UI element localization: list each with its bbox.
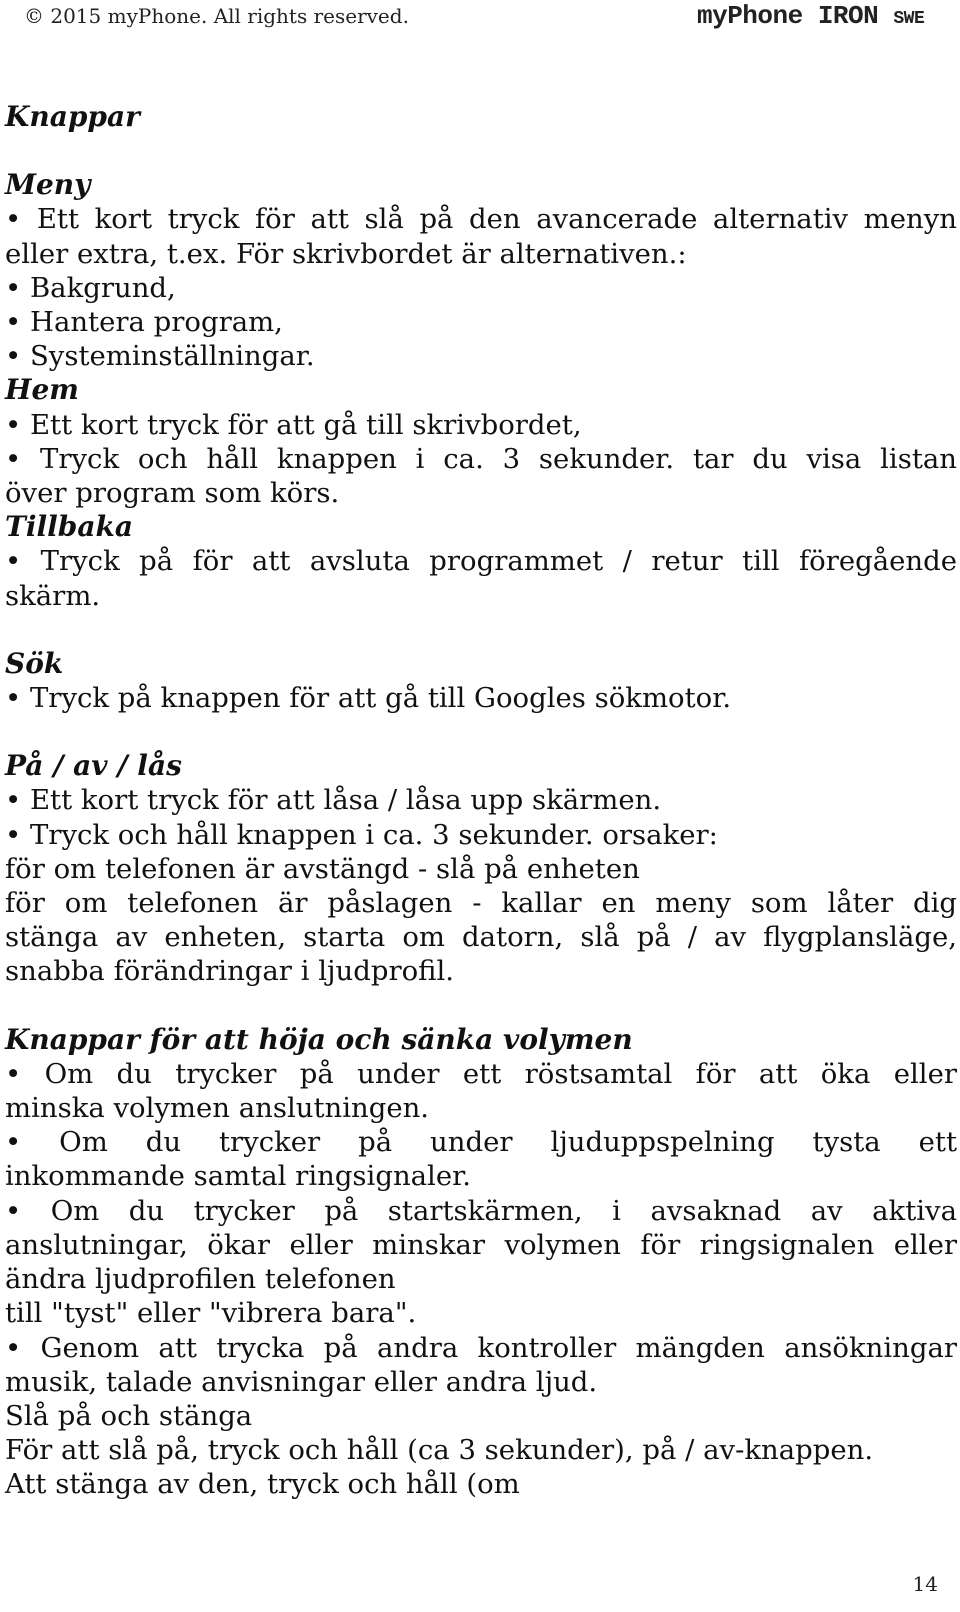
brand-name: myPhone IRON (697, 1, 879, 31)
list-item: • Om du trycker på under ljuduppspelning… (5, 1126, 957, 1159)
document-body: Knappar Meny • Ett kort tryck för att sl… (5, 100, 957, 1502)
list-item: • Genom att trycka på andra kontroller m… (5, 1331, 957, 1364)
heading-tillbaka: Tillbaka (5, 510, 134, 544)
list-item: • Ett kort tryck för att gå till skrivbo… (5, 408, 582, 441)
list-item: • Systeminställningar. (5, 340, 315, 373)
page-header: © 2015 myPhone. All rights reserved. myP… (0, 0, 960, 36)
paragraph-line: För att slå på, tryck och håll (ca 3 sek… (5, 1434, 874, 1467)
list-item: • Tryck på knappen för att gå till Googl… (5, 682, 732, 715)
page-number: 14 (912, 1572, 938, 1596)
paragraph-line: anslutningar, ökar eller minskar volymen… (5, 1228, 957, 1261)
heading-meny: Meny (5, 168, 91, 202)
copyright-text: © 2015 myPhone. All rights reserved. (24, 4, 409, 28)
heading-pa-av-las: På / av / lås (5, 749, 182, 783)
paragraph-line: Att stänga av den, tryck och håll (om (5, 1468, 520, 1501)
paragraph-line: över program som körs. (5, 477, 340, 510)
paragraph-line: ändra ljudprofilen telefonen (5, 1263, 396, 1296)
brand-suffix: SWE (893, 9, 925, 29)
list-item: • Ett kort tryck för att låsa / låsa upp… (5, 784, 662, 817)
list-item: • Om du trycker på startskärmen, i avsak… (5, 1194, 957, 1227)
paragraph-line: för om telefonen är avstängd - slå på en… (5, 852, 640, 885)
list-item: • Hantera program, (5, 306, 283, 339)
list-item: • Tryck på för att avsluta programmet / … (5, 545, 957, 578)
paragraph-line: för om telefonen är påslagen - kallar en… (5, 887, 957, 920)
heading-volym: Knappar för att höja och sänka volymen (5, 1022, 633, 1056)
paragraph-line: minska volymen anslutningen. (5, 1092, 430, 1125)
list-item: • Bakgrund, (5, 271, 176, 304)
paragraph-line: eller extra, t.ex. För skrivbordet är al… (5, 237, 687, 270)
paragraph-line: till "tyst" eller "vibrera bara". (5, 1297, 417, 1330)
paragraph-line: musik, talade anvisningar eller andra lj… (5, 1365, 598, 1398)
list-item: • Tryck och håll knappen i ca. 3 sekunde… (5, 442, 957, 475)
heading-sok: Sök (5, 646, 64, 680)
heading-knappar: Knappar (5, 100, 140, 133)
paragraph-line: skärm. (5, 579, 101, 612)
paragraph-line: snabba förändringar i ljudprofil. (5, 955, 455, 988)
paragraph-line: Slå på och stänga (5, 1399, 253, 1432)
paragraph-line: inkommande samtal ringsignaler. (5, 1160, 471, 1193)
list-item: • Om du trycker på under ett röstsamtal … (5, 1057, 957, 1090)
list-item: • Tryck och håll knappen i ca. 3 sekunde… (5, 818, 718, 851)
paragraph-line: • Ett kort tryck för att slå på den avan… (5, 203, 957, 236)
brand-title: myPhone IRON SWE (697, 1, 925, 31)
heading-hem: Hem (5, 373, 79, 407)
paragraph-line: stänga av enheten, starta om datorn, slå… (5, 921, 957, 954)
